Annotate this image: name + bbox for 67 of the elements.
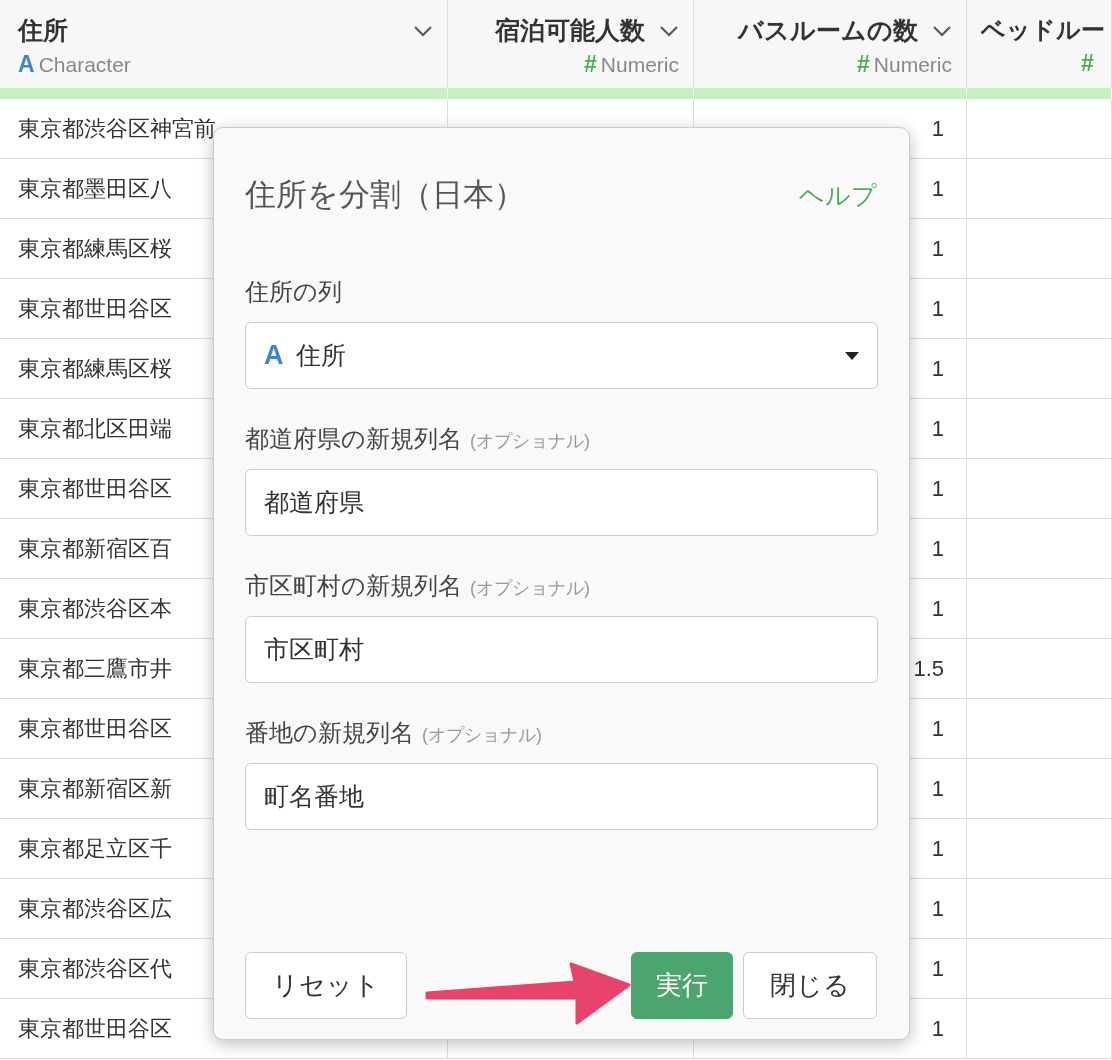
dialog-button[interactable]: 閉じる [743,952,877,1019]
table-cell: 1.5 [913,655,944,682]
table-cell: 1 [931,475,944,502]
chevron-down-icon[interactable] [659,24,679,37]
table-cell-text: 東京都世田谷区 [18,1014,172,1043]
table-cell: 1 [931,955,944,982]
column-title: 宿泊可能人数 [495,15,645,46]
table-cell-text: 東京都渋谷区広 [18,894,172,923]
optional-note: (オプショナル) [470,430,590,453]
table-cell-text: 東京都世田谷区 [18,294,172,323]
type-icon: # [1081,50,1094,77]
type-icon: A [264,340,284,371]
table-cell-text: 東京都渋谷区本 [18,594,172,623]
table-cell-text: 東京都世田谷区 [18,714,172,743]
table-cell-text: 東京都練馬区桜 [18,234,172,263]
table-cell: 1 [931,295,944,322]
table-cell: 1 [931,175,944,202]
table-cell: 1 [931,535,944,562]
table-cell: 1 [931,355,944,382]
table-cell-text: 東京都渋谷区神宮前 [18,114,216,143]
table-cell: 1 [931,835,944,862]
table-cell-text: 東京都北区田端 [18,414,172,443]
input-field[interactable]: 市区町村 [245,616,878,683]
column-header[interactable]: バスルームの数 # Numeric [694,0,967,88]
table-cell-text: 東京都足立区千 [18,834,172,863]
field-label: 番地の新規列名 [245,718,414,748]
table-cell: 1 [931,715,944,742]
column-title: バスルームの数 [738,15,918,46]
table-cell-text: 東京都渋谷区代 [18,954,172,983]
table-cell: 1 [931,115,944,142]
table-cell: 1 [931,415,944,442]
column-type: Character [38,52,131,77]
optional-note: (オプショナル) [422,724,542,747]
column-select[interactable]: A 住所 [245,322,878,389]
table-cell: 1 [931,895,944,922]
input-field[interactable]: 町名番地 [245,763,878,830]
table-cell-text: 東京都新宿区新 [18,774,172,803]
chevron-down-icon[interactable] [413,24,433,37]
dialog-title: 住所を分割（日本） [245,176,525,214]
chevron-down-icon[interactable] [932,24,952,37]
table-cell-text: 東京都新宿区百 [18,534,172,563]
table-cell-text: 東京都墨田区八 [18,174,172,203]
type-icon: # [584,51,597,78]
column-title: 住所 [18,15,68,46]
arrow-icon [425,962,631,1025]
table-cell-text: 東京都三鷹市井 [18,654,172,683]
column-title: ベッドルー [981,15,1105,45]
column-header[interactable]: 宿泊可能人数 # Numeric [448,0,694,88]
field-label: 市区町村の新規列名 [245,571,462,601]
table-cell: 1 [931,1015,944,1042]
column-header[interactable]: 住所 A Character [0,0,448,88]
column-type: Numeric [600,52,679,77]
table-cell: 1 [931,595,944,622]
dialog-button[interactable]: リセット [245,952,407,1019]
column-type: Numeric [873,52,952,77]
table-cell: 1 [931,235,944,262]
table-cell: 1 [931,775,944,802]
input-field[interactable]: 都道府県 [245,469,878,536]
optional-note: (オプショナル) [470,577,590,600]
column-header[interactable]: ベッドルー # [967,0,1112,88]
table-cell-text: 東京都世田谷区 [18,474,172,503]
field-label: 都道府県の新規列名 [245,424,462,454]
caret-icon [845,351,859,360]
type-icon: A [18,51,35,78]
type-icon: # [857,51,870,78]
table-cell-text: 東京都練馬区桜 [18,354,172,383]
field-label: 住所の列 [245,277,342,307]
